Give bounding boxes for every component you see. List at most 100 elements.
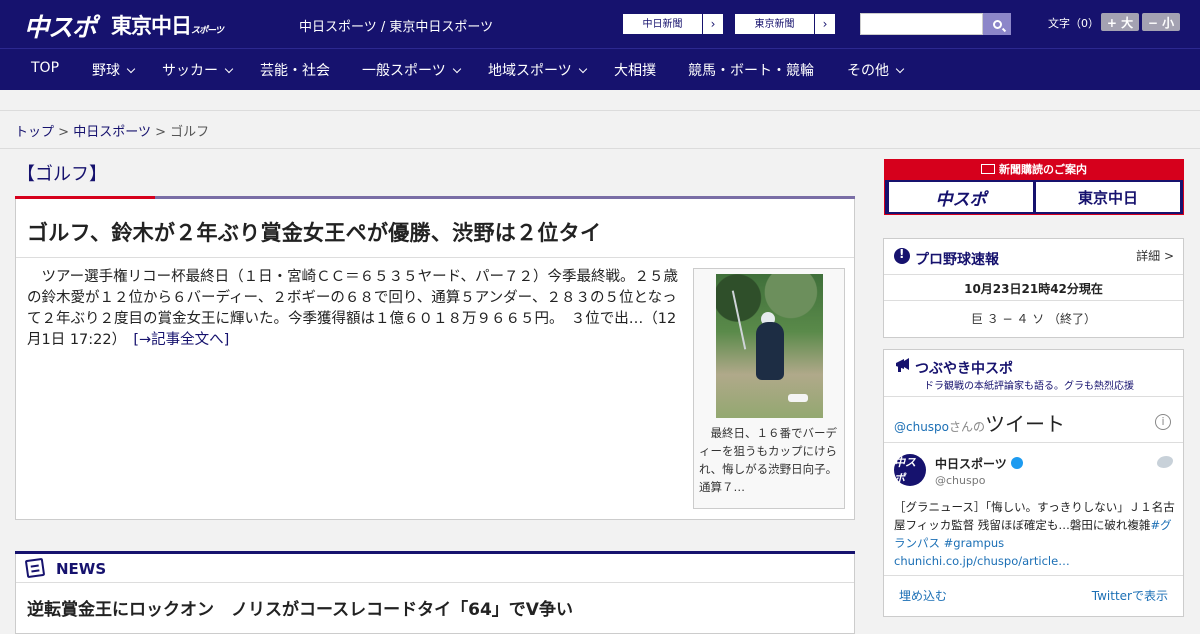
baseball-score[interactable]: 巨 ３ − ４ ソ （終了） xyxy=(884,310,1183,327)
subscription-caption: 新聞購読のご案内 xyxy=(885,160,1183,180)
chevron-down-icon xyxy=(126,64,136,74)
nav-item-soccer[interactable]: サッカー xyxy=(162,60,234,80)
subscription-tokyo-chunichi[interactable]: 東京中日 xyxy=(1036,182,1180,212)
nav-item-local-sports[interactable]: 地域スポーツ xyxy=(488,60,587,80)
tweets-header: @chuspoさんのツイート xyxy=(894,408,1065,437)
search-input[interactable] xyxy=(860,13,983,35)
tweets-handle-link[interactable]: @chuspo xyxy=(894,420,949,434)
twitter-bird-icon[interactable] xyxy=(1157,456,1173,468)
article-photo-card[interactable]: 最終日、１６番でバーディーを狙うもカップにけられ、悔しがる渋野日向子。通算７… xyxy=(693,268,845,509)
news-headline[interactable]: 逆転賞金王にロックオン ノリスがコースレコードタイ「64」でV争い xyxy=(27,595,573,620)
tokyo-logo-sub: スポーツ xyxy=(191,26,224,36)
nav-label: 一般スポーツ xyxy=(362,63,446,79)
site-name: 中日スポーツ / 東京中日スポーツ xyxy=(299,20,494,35)
twitter-title: つぶやき中スポ xyxy=(915,361,1013,377)
subscription-chuspo[interactable]: 中スポ xyxy=(889,182,1033,212)
section-title: 【ゴルフ】 xyxy=(17,164,107,185)
nav-item-sumo[interactable]: 大相撲 xyxy=(614,60,656,80)
tweet-account-name-text: 中日スポーツ xyxy=(935,457,1007,471)
nav-item-entertainment[interactable]: 芸能・社会 xyxy=(260,60,330,80)
search-icon xyxy=(992,19,1002,29)
breadcrumb-chunichi-sports[interactable]: 中日スポーツ xyxy=(73,125,151,140)
divider xyxy=(884,442,1183,443)
breadcrumb-separator: > xyxy=(58,125,70,140)
nav-label: TOP xyxy=(31,60,60,76)
nav-label: サッカー xyxy=(162,63,218,79)
tokyo-shimbun-button[interactable]: 東京新聞 › xyxy=(734,13,836,35)
nav-item-baseball[interactable]: 野球 xyxy=(92,60,136,80)
chevron-right-icon: › xyxy=(710,17,716,31)
nav-label: 地域スポーツ xyxy=(488,63,572,79)
tweets-word: ツイート xyxy=(985,412,1066,436)
twitter-box: つぶやき中スポ ドラ観戦の本紙評論家も語る。グラも熱烈応援 @chuspoさんの… xyxy=(883,349,1184,617)
chevron-right-icon: › xyxy=(822,17,828,31)
article-headline[interactable]: ゴルフ、鈴木が２年ぶり賞金女王ペが優勝、渋野は２位タイ xyxy=(27,217,601,247)
baseball-icon xyxy=(894,247,910,264)
full-article-link[interactable]: [→記事全文へ] xyxy=(133,332,229,348)
tweet-body: ［グラニュース］「悔しい。すっきりしない」Ｊ１名古屋フィッカ監督 残留ほぼ確定も… xyxy=(894,498,1176,570)
divider xyxy=(884,274,1183,275)
nav-label: 芸能・社会 xyxy=(260,63,330,79)
chevron-down-icon xyxy=(452,64,461,74)
news-section: NEWS 逆転賞金王にロックオン ノリスがコースレコードタイ「64」でV争い xyxy=(15,554,855,634)
tweet-link[interactable]: chunichi.co.jp/chuspo/article… xyxy=(894,554,1070,568)
search-button[interactable] xyxy=(983,13,1011,35)
tokyo-shimbun-label: 東京新聞 xyxy=(735,13,815,35)
tokyo-logo-text: 東京中日 xyxy=(111,14,192,38)
divider xyxy=(16,257,854,258)
view-on-twitter-link[interactable]: Twitterで表示 xyxy=(1092,587,1168,604)
font-size-label: 文字（0） xyxy=(1048,17,1099,30)
avatar[interactable]: 中スポ xyxy=(894,454,926,486)
news-label: NEWS xyxy=(56,560,107,578)
baseball-scores-box: プロ野球速報 詳細 > 10月23日21時42分現在 巨 ３ − ４ ソ （終了… xyxy=(883,238,1184,338)
article-lead: ツアー選手権リコー杯最終日（１日・宮崎ＣＣ＝６５３５ヤード、パー７２）今季最終戦… xyxy=(27,267,687,351)
tweet-text: ［グラニュース］「悔しい。すっきりしない」Ｊ１名古屋フィッカ監督 残留ほぼ確定も… xyxy=(894,500,1175,532)
divider xyxy=(16,582,854,583)
photo-golfer-shoe xyxy=(788,394,808,402)
photo-caption: 最終日、１６番でバーディーを狙うもカップにけられ、悔しがる渋野日向子。通算７… xyxy=(699,426,838,494)
breadcrumb: トップ > 中日スポーツ > ゴルフ xyxy=(15,121,209,140)
megaphone-icon xyxy=(894,356,912,374)
nav-item-top[interactable]: TOP xyxy=(31,60,59,76)
tweets-handle-suffix: さんの xyxy=(949,420,986,434)
top-header: 中スポ 東京中日スポーツ 中日スポーツ / 東京中日スポーツ 中日新聞 › 東京… xyxy=(0,0,1200,48)
baseball-details-link[interactable]: 詳細 > xyxy=(1136,247,1174,264)
newspaper-icon xyxy=(24,557,46,579)
embed-link[interactable]: 埋め込む xyxy=(899,587,947,604)
tweet-account-name[interactable]: 中日スポーツ xyxy=(935,455,1023,472)
nav-label: 競馬・ボート・競輪 xyxy=(688,63,814,79)
twitter-subtitle: ドラ観戦の本紙評論家も語る。グラも熱烈応援 xyxy=(924,381,1134,392)
divider xyxy=(884,396,1183,397)
subscription-caption-text: 新聞購読のご案内 xyxy=(999,163,1087,176)
info-icon[interactable]: i xyxy=(1155,414,1171,430)
chuspo-logo[interactable]: 中スポ xyxy=(24,8,97,44)
subscription-banner[interactable]: 新聞購読のご案内 中スポ 東京中日 xyxy=(884,159,1184,215)
font-smaller-button[interactable]: − 小 xyxy=(1142,13,1180,31)
chevron-down-icon xyxy=(224,64,234,74)
nav-item-general-sports[interactable]: 一般スポーツ xyxy=(362,60,461,80)
nav-item-racing[interactable]: 競馬・ボート・競輪 xyxy=(688,60,814,80)
tokyo-chunichi-logo[interactable]: 東京中日スポーツ xyxy=(111,10,224,40)
divider xyxy=(884,300,1183,301)
nav-label: 大相撲 xyxy=(614,63,656,79)
font-bigger-button[interactable]: + 大 xyxy=(1101,13,1139,31)
main-nav: TOP 野球 サッカー 芸能・社会 一般スポーツ 地域スポーツ 大相撲 競馬・ボ… xyxy=(0,48,1200,90)
baseball-timestamp: 10月23日21時42分現在 xyxy=(964,282,1103,296)
tweet-account-handle: @chuspo xyxy=(935,474,986,487)
verified-icon xyxy=(1010,457,1023,469)
divider xyxy=(884,575,1183,576)
breadcrumb-separator: > xyxy=(155,125,166,140)
envelope-icon xyxy=(981,164,995,174)
nav-item-other[interactable]: その他 xyxy=(847,60,905,80)
chevron-down-icon xyxy=(895,64,905,74)
article-lead-text: ツアー選手権リコー杯最終日（１日・宮崎ＣＣ＝６５３５ヤード、パー７２）今季最終戦… xyxy=(27,269,679,348)
breadcrumb-current: ゴルフ xyxy=(170,125,210,140)
top-article: ゴルフ、鈴木が２年ぶり賞金女王ペが優勝、渋野は２位タイ ツアー選手権リコー杯最終… xyxy=(15,199,855,520)
article-photo[interactable] xyxy=(716,274,823,418)
photo-golfer xyxy=(756,322,784,380)
breadcrumb-top[interactable]: トップ xyxy=(15,125,54,140)
chunichi-shimbun-button[interactable]: 中日新聞 › xyxy=(622,13,724,35)
chevron-down-icon xyxy=(578,64,587,74)
nav-label: 野球 xyxy=(92,63,120,79)
nav-label: その他 xyxy=(847,63,889,79)
